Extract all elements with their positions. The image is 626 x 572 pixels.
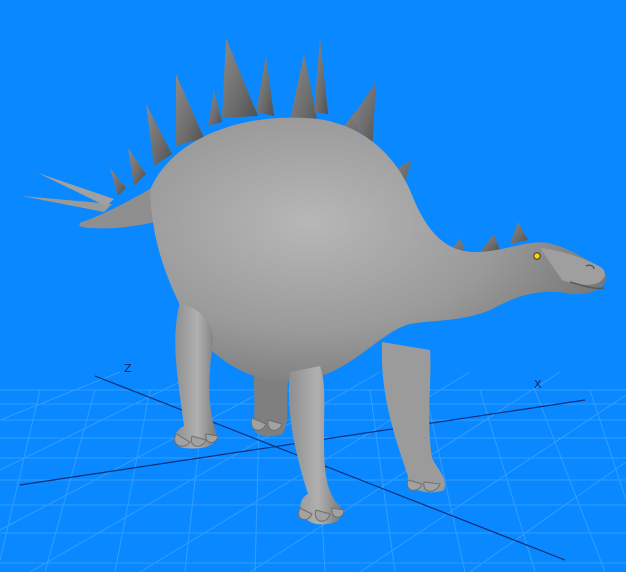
eye-icon — [533, 252, 541, 260]
body[interactable] — [150, 117, 607, 382]
z-axis-label: Z — [124, 362, 132, 375]
scene[interactable]: Z X — [0, 0, 626, 572]
3d-viewport[interactable]: Z X — [0, 0, 626, 572]
x-axis-label: X — [534, 378, 542, 391]
